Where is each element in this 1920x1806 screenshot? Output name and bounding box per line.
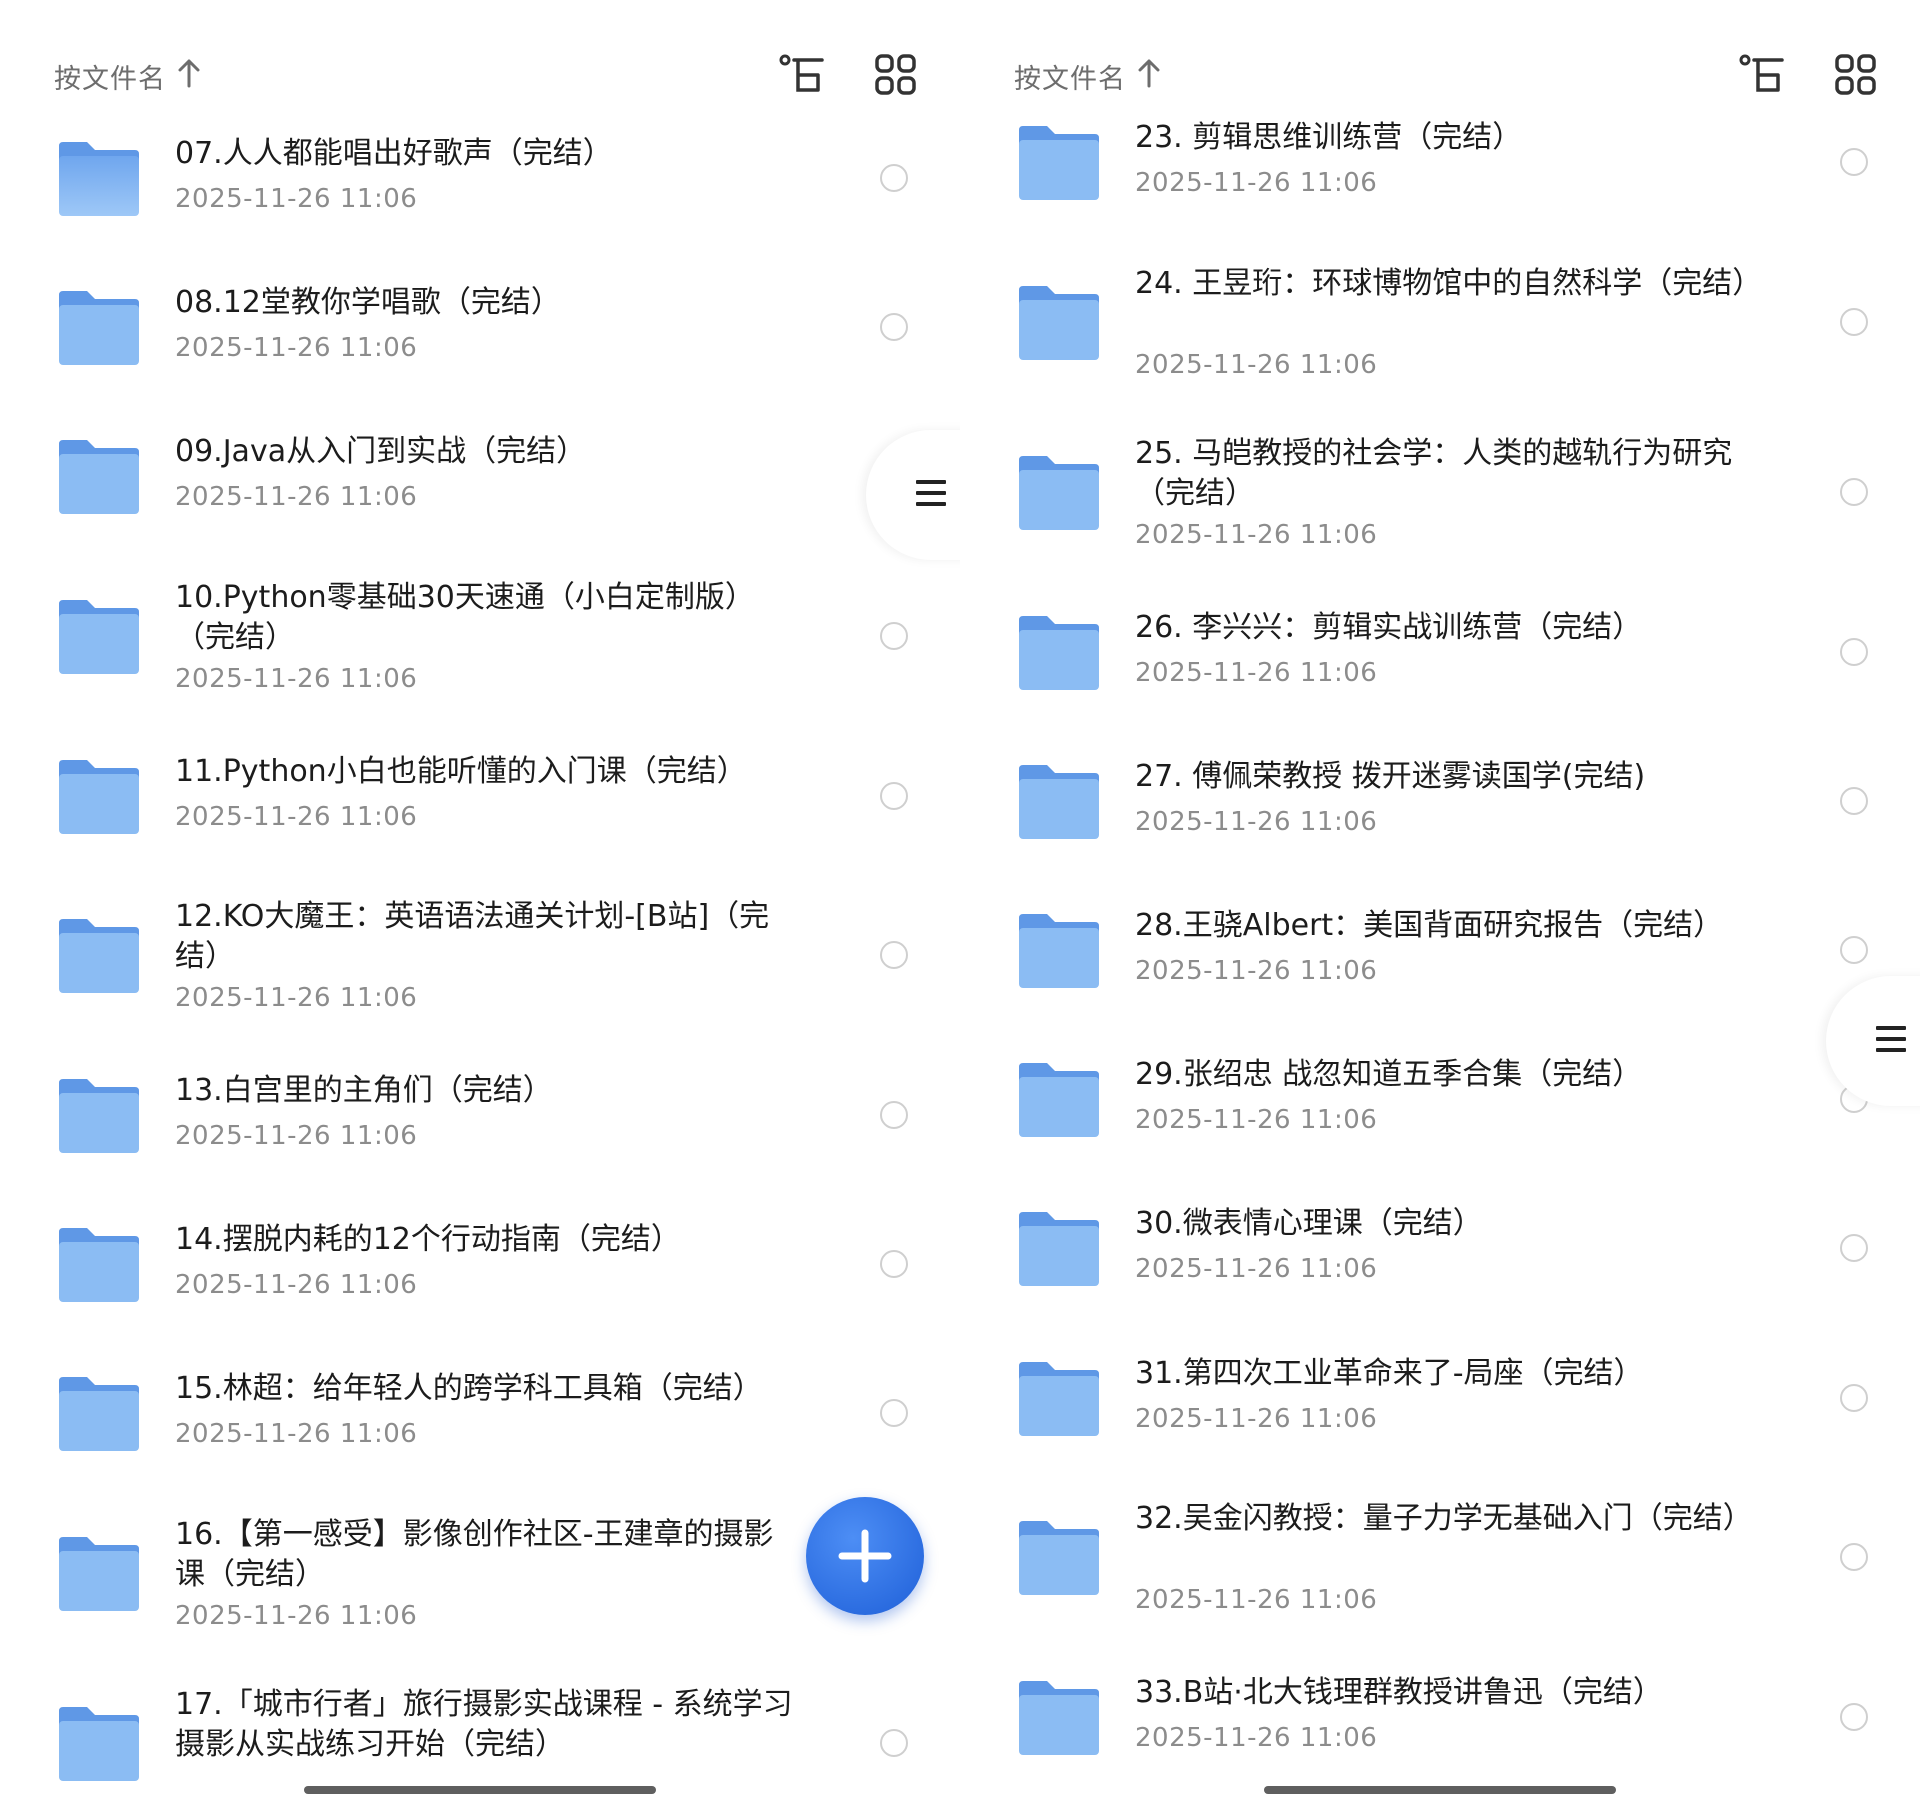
select-radio[interactable] <box>1840 1234 1868 1262</box>
folder-name: 07.人人都能唱出好歌声（完结） <box>175 136 613 171</box>
folder-name: 17.「城市行者」旅行摄影实战课程 - 系统学习摄影从实战练习开始（完结） <box>175 1687 793 1762</box>
folder-name: 14.摆脱内耗的12个行动指南（完结） <box>175 1222 681 1257</box>
folder-icon <box>57 1226 141 1308</box>
select-radio[interactable] <box>880 941 908 969</box>
folder-name: 12.KO大魔王：英语语法通关计划-[B站]（完结） <box>175 899 770 974</box>
folder-date: 2025-11-26 11:06 <box>175 1601 418 1631</box>
select-radio[interactable] <box>880 622 908 650</box>
folder-icon <box>57 1375 141 1457</box>
folder-icon <box>1017 1679 1101 1761</box>
folder-date: 2025-11-26 11:06 <box>175 1419 418 1449</box>
folder-date: 2025-11-26 11:06 <box>175 664 418 694</box>
folder-icon <box>57 758 141 840</box>
select-radio[interactable] <box>880 1729 908 1757</box>
menu-icon <box>1876 1026 1906 1059</box>
folder-date: 2025-11-26 11:06 <box>1135 658 1378 688</box>
folder-date: 2025-11-26 11:06 <box>1135 1404 1378 1434</box>
select-radio[interactable] <box>1840 638 1868 666</box>
folder-date: 2025-11-26 11:06 <box>175 1121 418 1151</box>
select-radio[interactable] <box>880 164 908 192</box>
folder-icon <box>57 598 141 680</box>
folder-name: 26. 李兴兴：剪辑实战训练营（完结） <box>1135 610 1643 645</box>
folder-name: 15.林超：给年轻人的跨学科工具箱（完结） <box>175 1371 763 1406</box>
folder-icon <box>1017 763 1101 845</box>
folder-name: 31.第四次工业革命来了-局座（完结） <box>1135 1356 1644 1391</box>
folder-date: 2025-11-26 11:06 <box>175 1270 418 1300</box>
folder-name: 13.白宫里的主角们（完结） <box>175 1073 553 1108</box>
folder-icon <box>1017 1360 1101 1442</box>
folder-icon <box>1017 1210 1101 1292</box>
select-radio[interactable] <box>1840 148 1868 176</box>
folder-icon <box>1017 284 1101 366</box>
select-radio[interactable] <box>1840 1703 1868 1731</box>
folder-date: 2025-11-26 11:06 <box>1135 1105 1378 1135</box>
folder-date: 2025-11-26 11:06 <box>1135 168 1378 198</box>
folder-date: 2025-11-26 11:06 <box>1135 520 1378 550</box>
folder-date: 2025-11-26 11:06 <box>175 802 418 832</box>
folder-date: 2025-11-26 11:06 <box>1135 807 1378 837</box>
folder-name: 11.Python小白也能听懂的入门课（完结） <box>175 754 747 789</box>
select-radio[interactable] <box>1840 936 1868 964</box>
select-radio[interactable] <box>1840 308 1868 336</box>
folder-name: 24. 王昱珩：环球博物馆中的自然科学（完结） <box>1135 266 1763 301</box>
folder-icon <box>57 289 141 371</box>
add-button[interactable] <box>806 1497 924 1615</box>
folder-name: 09.Java从入门到实战（完结） <box>175 434 587 469</box>
folder-icon <box>1017 1519 1101 1601</box>
folder-name: 25. 马皑教授的社会学：人类的越轨行为研究（完结） <box>1135 436 1733 511</box>
folder-date: 2025-11-26 11:06 <box>1135 1585 1378 1615</box>
folder-name: 10.Python零基础30天速通（小白定制版）（完结） <box>175 580 755 655</box>
menu-icon <box>916 480 946 513</box>
folder-icon <box>1017 614 1101 696</box>
folder-name: 16.【第一感受】影像创作社区-王建章的摄影课（完结） <box>175 1517 774 1592</box>
select-radio[interactable] <box>1840 1384 1868 1412</box>
select-radio[interactable] <box>1840 478 1868 506</box>
folder-icon <box>1017 124 1101 206</box>
folder-date: 2025-11-26 11:06 <box>1135 350 1378 380</box>
folder-name: 32.吴金闪教授：量子力学无基础入门（完结） <box>1135 1501 1753 1536</box>
select-radio[interactable] <box>880 1250 908 1278</box>
folder-date: 2025-11-26 11:06 <box>1135 1254 1378 1284</box>
select-radio[interactable] <box>880 1399 908 1427</box>
folder-icon <box>57 1535 141 1617</box>
folder-date: 2025-11-26 11:06 <box>175 983 418 1013</box>
folder-date: 2025-11-26 11:06 <box>175 333 418 363</box>
folder-name: 27. 傅佩荣教授 拨开迷雾读国学(完结) <box>1135 759 1646 794</box>
folder-icon <box>1017 1061 1101 1143</box>
folder-name: 30.微表情心理课（完结） <box>1135 1206 1483 1241</box>
select-radio[interactable] <box>880 1101 908 1129</box>
folder-icon <box>1017 912 1101 994</box>
select-radio[interactable] <box>1840 787 1868 815</box>
folder-name: 28.王骁Albert：美国背面研究报告（完结） <box>1135 908 1724 943</box>
folder-name: 29.张绍忠 战忽知道五季合集（完结） <box>1135 1057 1643 1092</box>
folder-date: 2025-11-26 11:06 <box>175 184 418 214</box>
select-radio[interactable] <box>1840 1543 1868 1571</box>
folder-icon <box>57 1705 141 1787</box>
folder-icon <box>57 917 141 999</box>
select-radio[interactable] <box>880 313 908 341</box>
screen: 按文件名 07.人人都能唱出好歌声（完结） 2025-11-26 11:06 0… <box>0 0 1920 1806</box>
folder-icon <box>57 438 141 520</box>
folder-icon <box>57 1077 141 1159</box>
select-radio[interactable] <box>880 782 908 810</box>
folder-name: 33.B站·北大钱理群教授讲鲁迅（完结） <box>1135 1675 1663 1710</box>
folder-date: 2025-11-26 11:06 <box>1135 956 1378 986</box>
folder-name: 08.12堂教你学唱歌（完结） <box>175 285 561 320</box>
folder-icon <box>1017 454 1101 536</box>
folder-icon <box>57 140 141 222</box>
file-list: 23. 剪辑思维训练营（完结） 2025-11-26 11:06 24. 王昱珩… <box>960 0 1920 1806</box>
file-list-panel-right: 按文件名 23. 剪辑思维训练营（完结） 2025-11-26 11:06 24… <box>960 0 1920 1806</box>
home-indicator[interactable] <box>1264 1786 1616 1794</box>
folder-date: 2025-11-26 11:06 <box>1135 1723 1378 1753</box>
file-list-panel-left: 按文件名 07.人人都能唱出好歌声（完结） 2025-11-26 11:06 0… <box>0 0 960 1806</box>
folder-name: 23. 剪辑思维训练营（完结） <box>1135 120 1523 155</box>
folder-date: 2025-11-26 11:06 <box>175 482 418 512</box>
home-indicator[interactable] <box>304 1786 656 1794</box>
